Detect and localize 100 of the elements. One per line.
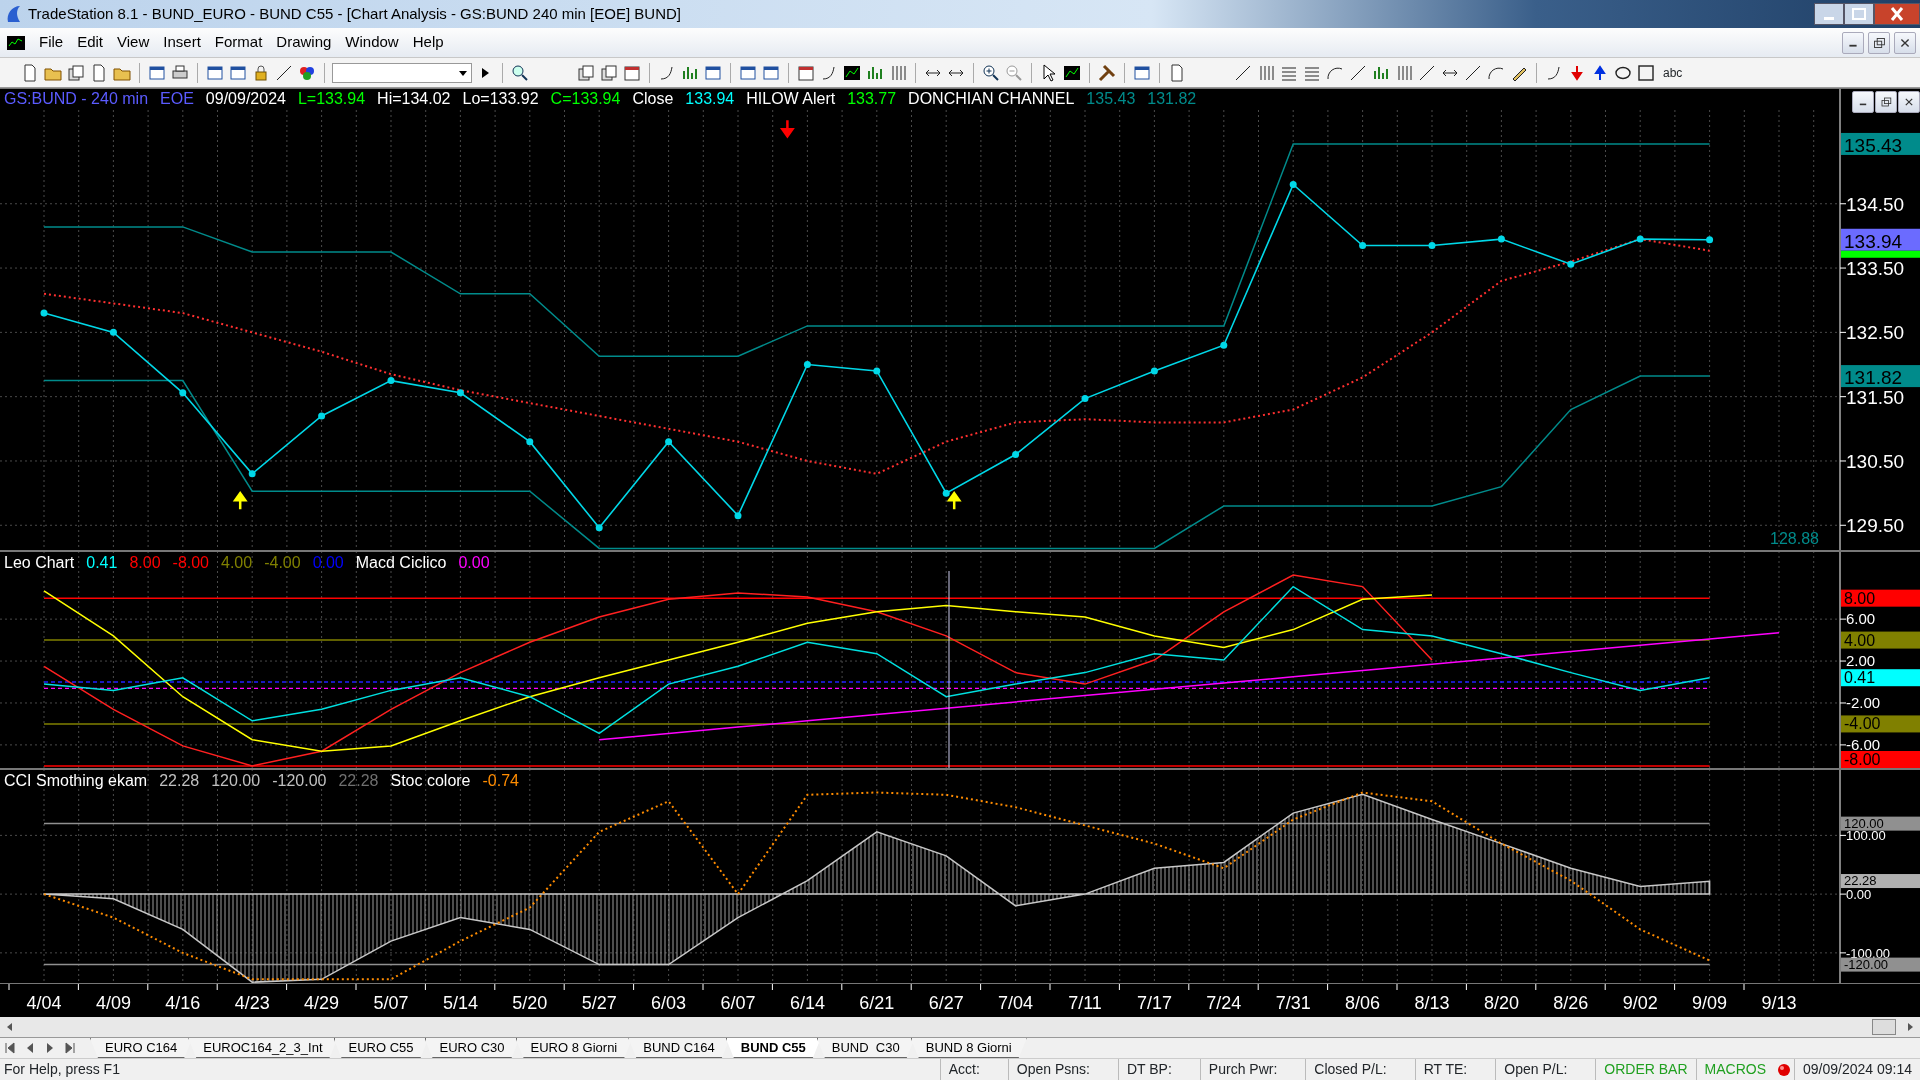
menu-item[interactable]: Help [405, 29, 451, 56]
axis-label: 100.00 [1846, 828, 1886, 844]
point [1289, 180, 1297, 188]
legend-text: CCI Smothing ekam [4, 772, 148, 789]
date-label: 7/17 [1136, 993, 1172, 1013]
legend-text: 22.28 [159, 772, 200, 789]
value-tag: 133.94 [1841, 228, 1920, 252]
legend-text: 0.41 [86, 554, 118, 571]
menu-item[interactable]: View [110, 29, 157, 56]
text-tool[interactable]: abc [1659, 63, 1687, 82]
point [248, 470, 256, 478]
axis-label: 2.00 [1846, 652, 1876, 670]
window-title: TradeStation 8.1 - BUND_EURO - BUND C55 - [Chart Analysis - GS:BUND 240 min [EOE] BUND] [28, 3, 681, 24]
point [387, 377, 395, 385]
axis-label: -6.00 [1846, 735, 1881, 753]
pages-icon[interactable] [66, 62, 86, 83]
value-tag: 4.00 [1841, 631, 1920, 649]
window-maximize-button[interactable] [1844, 3, 1874, 25]
axis-label: 128.88 [1770, 530, 1819, 547]
menu-item[interactable]: Format [207, 29, 270, 56]
point [1567, 260, 1575, 268]
legend-text: Hi=134.02 [377, 90, 451, 107]
date-label: 9/02 [1622, 993, 1658, 1013]
legend-text: Lo=133.92 [462, 90, 539, 107]
status-field: Acct: [939, 1059, 1008, 1080]
axis-label: 131.50 [1846, 386, 1905, 408]
sheet-tab[interactable]: EURO C30 [424, 1038, 520, 1058]
point [1428, 242, 1436, 250]
legend-text: 22.28 [338, 772, 379, 789]
sheet-tab[interactable]: EURO C55 [333, 1038, 429, 1058]
date-label: 6/03 [651, 993, 687, 1013]
point [873, 367, 881, 375]
point [1359, 242, 1367, 250]
date-label: 5/27 [581, 993, 617, 1013]
status-field: Purch Pwr: [1199, 1059, 1306, 1080]
legend-text: EOE [160, 90, 194, 107]
status-datetime: 09/09/2024 09:14 [1794, 1059, 1920, 1080]
date-label: 7/24 [1206, 993, 1242, 1013]
date-label: 4/09 [95, 993, 131, 1013]
status-field: Open P/L: [1495, 1059, 1596, 1080]
sheet-tab[interactable]: BUND C164 [628, 1038, 730, 1058]
date-label: 7/31 [1275, 993, 1311, 1013]
sheet-tab[interactable]: BUND C55 [725, 1038, 821, 1058]
legend-text: 133.94 [685, 90, 735, 107]
date-label: 5/07 [373, 993, 409, 1013]
legend-text: 131.82 [1147, 90, 1197, 107]
menu-item[interactable]: Insert [156, 29, 208, 56]
date-label: 5/14 [442, 993, 478, 1013]
legend-text: Stoc colore [390, 772, 471, 789]
point [1497, 235, 1505, 243]
status-help-text: For Help, press F1 [3, 1060, 121, 1079]
point [1220, 341, 1228, 349]
legend-text: Close [632, 90, 674, 107]
legend-text: 135.43 [1086, 90, 1136, 107]
point [526, 438, 534, 446]
axis-label: 130.50 [1846, 450, 1905, 472]
point [40, 309, 48, 317]
legend-text: 0.00 [312, 554, 344, 571]
rectangle-icon[interactable] [1636, 62, 1656, 83]
date-label: 4/29 [304, 993, 340, 1013]
axis-label: 132.50 [1846, 322, 1905, 344]
menu-item[interactable]: Window [338, 29, 406, 56]
date-label: 7/04 [998, 993, 1034, 1013]
search-icon[interactable] [510, 62, 530, 83]
legend-text: L=133.94 [297, 90, 366, 107]
legend-text: 0.00 [458, 554, 490, 571]
date-label: 8/06 [1345, 993, 1381, 1013]
point [942, 489, 950, 497]
value-tag: 22.28 [1841, 873, 1920, 889]
legend-text: DONCHIAN CHANNEL [908, 90, 1075, 107]
value-tag: 0.41 [1841, 669, 1920, 687]
menu-item[interactable]: Drawing [269, 29, 339, 56]
menu-item[interactable]: File [32, 29, 71, 56]
legend-text: -8.00 [172, 554, 209, 571]
legend-text: C=133.94 [550, 90, 621, 107]
zoom-in-icon[interactable] [981, 62, 1001, 83]
sheet-tab[interactable]: EUROC164_2_3_Int [188, 1038, 338, 1058]
sheet-tab[interactable]: BUND C30 [816, 1038, 915, 1058]
window-close-button[interactable] [1874, 3, 1920, 25]
window-minimize-button[interactable] [1814, 3, 1844, 25]
pages-icon[interactable] [599, 62, 619, 83]
point [734, 512, 742, 520]
point [179, 389, 187, 397]
tools-icon[interactable] [1097, 62, 1117, 83]
legend-text: GS:BUND - 240 min [4, 90, 149, 107]
scroll-thumb[interactable] [1872, 1019, 1896, 1035]
date-label: 4/04 [26, 993, 62, 1013]
axis-label: 134.50 [1846, 193, 1905, 215]
value-tag: 8.00 [1841, 589, 1920, 607]
axis-label: 6.00 [1846, 610, 1876, 628]
point [1150, 367, 1158, 375]
date-label: 5/20 [512, 993, 548, 1013]
pages-icon[interactable] [576, 62, 596, 83]
menu-item[interactable]: Edit [70, 29, 111, 56]
point [595, 524, 603, 532]
axis-label: 0.00 [1846, 887, 1872, 903]
status-field: Closed P/L: [1305, 1059, 1415, 1080]
sheet-tab[interactable]: BUND 8 Giorni [910, 1038, 1027, 1058]
legend-text: 133.77 [847, 90, 897, 107]
date-label: 8/20 [1483, 993, 1519, 1013]
